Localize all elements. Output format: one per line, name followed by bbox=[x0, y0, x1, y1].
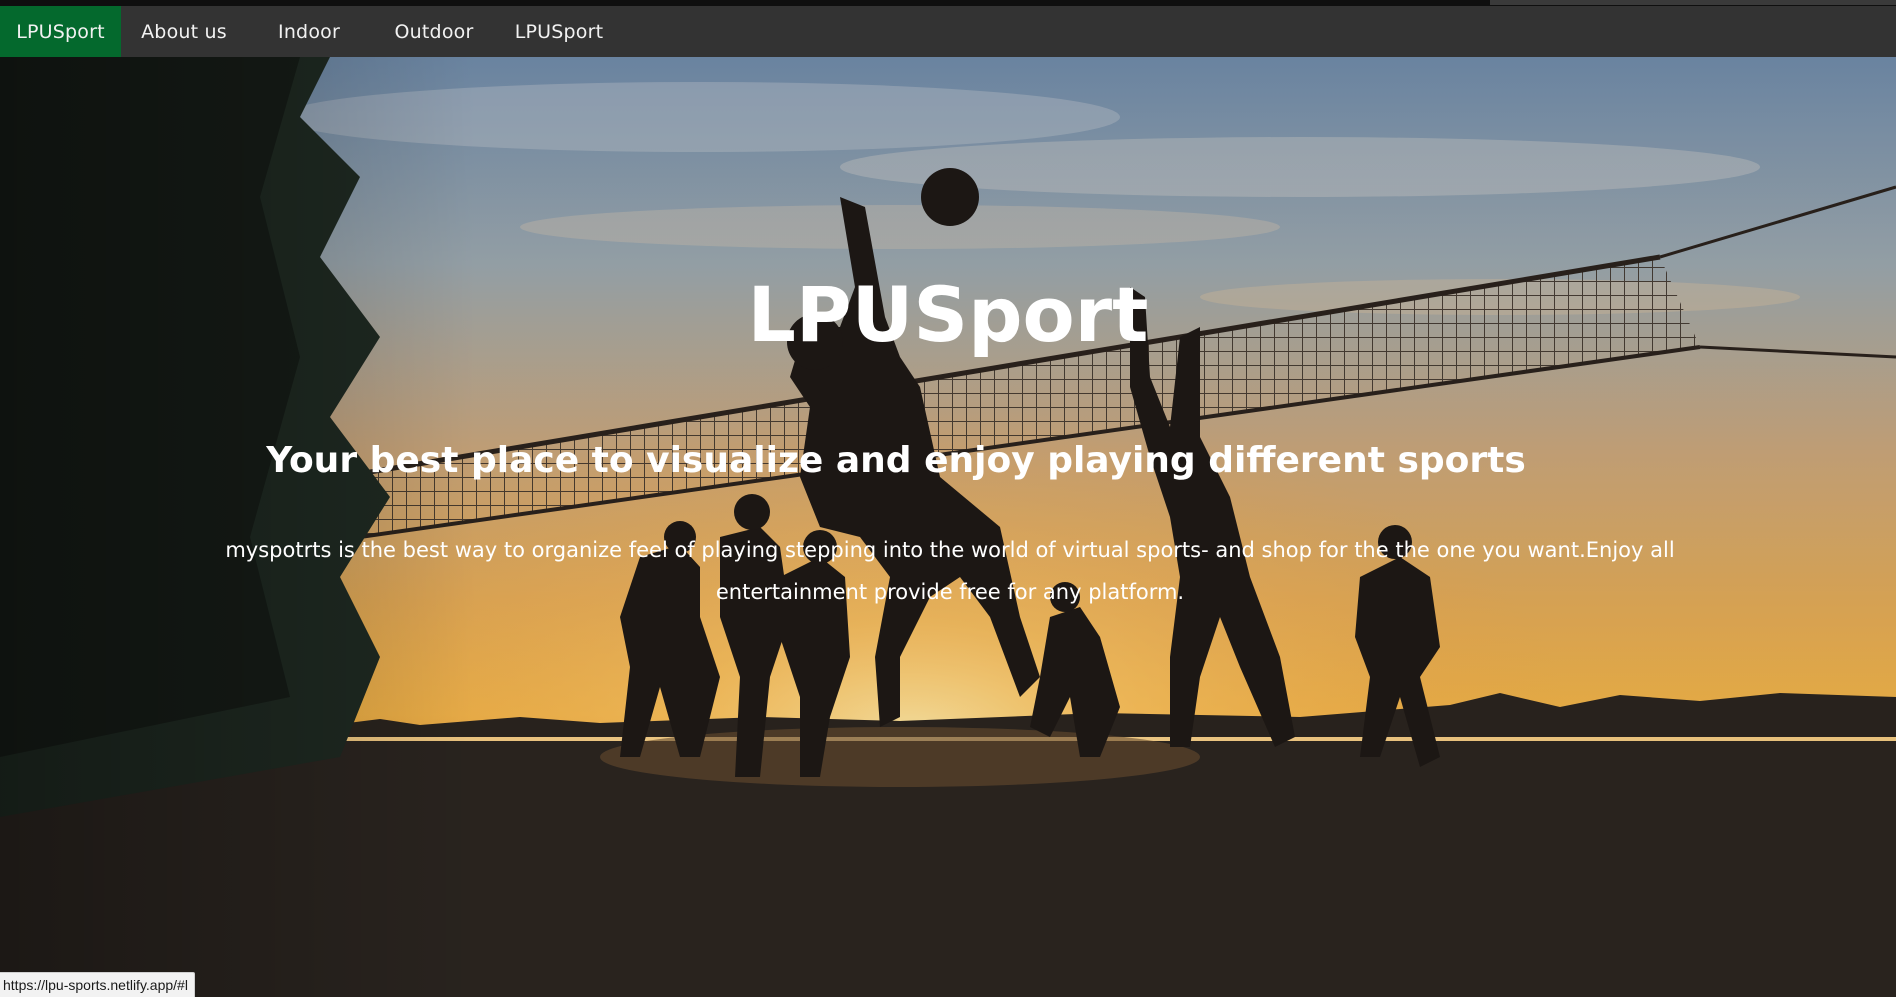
hero-title: LPUSport bbox=[747, 270, 1149, 359]
nav-item-outdoor[interactable]: Outdoor bbox=[371, 6, 497, 57]
top-navbar: LPUSport About us Indoor Outdoor LPUSpor… bbox=[0, 6, 1896, 57]
hero-description: myspotrts is the best way to organize fe… bbox=[225, 538, 1675, 604]
browser-status-url: https://lpu-sports.netlify.app/#l bbox=[0, 972, 195, 997]
nav-item-indoor[interactable]: Indoor bbox=[247, 6, 371, 57]
page: LPUSport About us Indoor Outdoor LPUSpor… bbox=[0, 0, 1896, 997]
nav-item-about-us[interactable]: About us bbox=[121, 6, 247, 57]
nav-item-lpusport[interactable]: LPUSport bbox=[497, 6, 621, 57]
hero-subtitle: Your best place to visualize and enjoy p… bbox=[266, 440, 1526, 481]
hero-background-image bbox=[0, 57, 1896, 997]
hero-section: LPUSport Your best place to visualize an… bbox=[0, 57, 1896, 997]
nav-item-home[interactable]: LPUSport bbox=[0, 6, 121, 57]
